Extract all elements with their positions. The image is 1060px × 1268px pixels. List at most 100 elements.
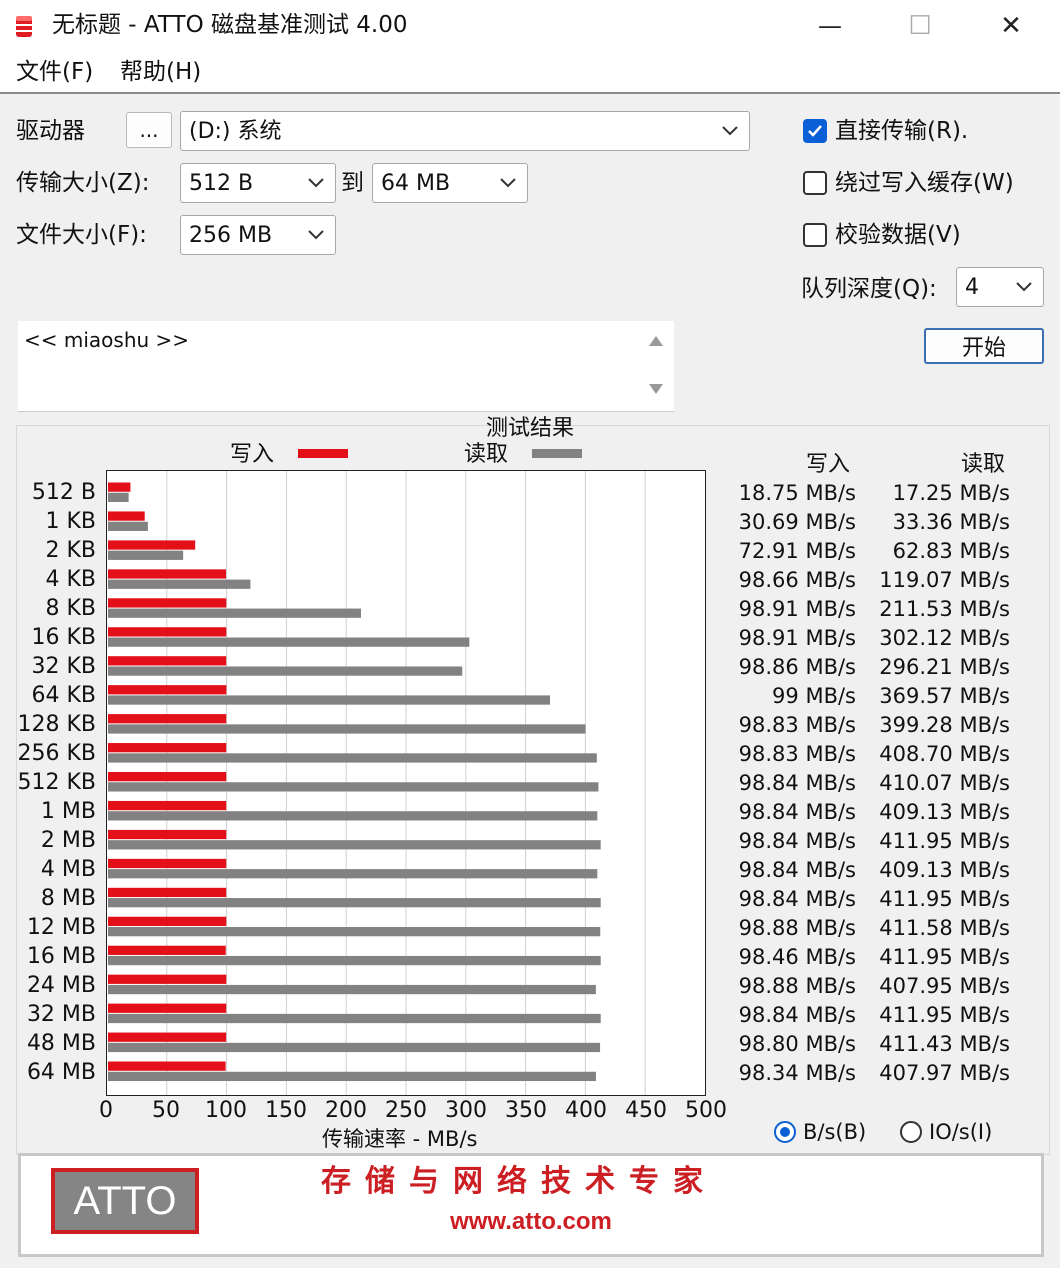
start-button[interactable]: 开始 <box>924 328 1044 364</box>
x-tick-label: 350 <box>505 1098 547 1123</box>
close-button[interactable]: ✕ <box>966 0 1056 52</box>
menu-file[interactable]: 文件(F) <box>16 56 93 88</box>
io-per-sec-radio[interactable] <box>900 1121 922 1143</box>
write-value: 30.69 MB/s <box>738 509 856 534</box>
verify-checkbox[interactable] <box>803 223 827 247</box>
x-tick-label: 50 <box>152 1098 180 1123</box>
read-value: 33.36 MB/s <box>892 509 1010 534</box>
to-label: 到 <box>341 170 364 196</box>
x-tick-label: 100 <box>205 1098 247 1123</box>
chevron-down-icon <box>500 178 516 188</box>
chevron-down-icon <box>722 126 738 136</box>
scroll-up-icon[interactable] <box>648 335 664 347</box>
y-tick-label: 16 KB <box>31 624 96 650</box>
read-bar <box>107 637 470 647</box>
write-value: 99 MB/s <box>772 683 856 708</box>
read-value: 411.95 MB/s <box>879 887 1010 912</box>
maximize-button[interactable]: ☐ <box>875 0 965 52</box>
write-value: 98.84 MB/s <box>738 800 856 825</box>
direct-io-checkbox[interactable] <box>803 119 827 143</box>
read-value: 411.95 MB/s <box>879 1003 1010 1028</box>
transfer-from-select[interactable]: 512 B <box>180 163 336 203</box>
y-tick-label: 512 KB <box>17 770 96 795</box>
write-value: 98.88 MB/s <box>738 916 856 941</box>
write-bar <box>107 540 196 550</box>
y-tick-label: 48 MB <box>26 1031 96 1057</box>
write-bar <box>107 829 227 840</box>
x-axis-title: 传输速率 - MB/s <box>322 1127 478 1151</box>
write-column-header: 写入 <box>806 452 851 477</box>
read-value: 399.28 MB/s <box>879 712 1010 737</box>
read-legend-swatch <box>532 449 582 458</box>
read-bar <box>107 695 551 705</box>
file-size-value: 256 MB <box>189 223 273 248</box>
write-value: 98.46 MB/s <box>738 945 856 970</box>
bypass-cache-label: 绕过写入缓存(W) <box>835 170 1014 196</box>
x-tick-label: 500 <box>685 1098 727 1123</box>
read-value: 409.13 MB/s <box>879 858 1010 883</box>
read-bar <box>107 521 148 531</box>
read-value: 410.07 MB/s <box>879 771 1010 795</box>
x-tick-label: 250 <box>385 1098 427 1123</box>
write-bar <box>107 598 227 608</box>
y-tick-label: 2 MB <box>40 828 96 854</box>
browse-button[interactable]: ... <box>126 112 172 148</box>
write-legend-label: 写入 <box>230 442 275 467</box>
drive-select[interactable]: (D:) 系统 <box>180 111 750 151</box>
read-column-header: 读取 <box>961 452 1006 477</box>
io-per-sec-label: IO/s(I) <box>929 1120 993 1144</box>
chevron-down-icon <box>1016 282 1032 292</box>
read-bar <box>107 1042 601 1053</box>
title-bar[interactable]: 无标题 - ATTO 磁盘基准测试 4.00 — ☐ ✕ <box>0 0 1060 52</box>
y-tick-label: 8 MB <box>40 886 96 912</box>
read-bar <box>107 840 601 850</box>
x-tick-label: 0 <box>99 1098 113 1123</box>
write-bar <box>107 482 131 492</box>
read-value: 119.07 MB/s <box>879 567 1010 592</box>
bypass-cache-checkbox[interactable] <box>803 171 827 195</box>
menu-help[interactable]: 帮助(H) <box>120 56 201 88</box>
y-tick-label: 32 MB <box>26 1002 96 1028</box>
read-bar <box>107 1071 596 1082</box>
chevron-down-icon <box>308 230 324 240</box>
y-tick-label: 1 MB <box>40 799 96 825</box>
read-bar <box>107 869 598 879</box>
write-value: 98.88 MB/s <box>738 974 856 999</box>
write-value: 98.34 MB/s <box>738 1061 856 1086</box>
write-bar <box>107 945 226 955</box>
read-bar <box>107 724 586 734</box>
file-size-select[interactable]: 256 MB <box>180 215 336 255</box>
y-tick-label: 128 KB <box>17 711 96 737</box>
bytes-per-sec-radio[interactable] <box>774 1121 796 1143</box>
read-value: 409.13 MB/s <box>879 800 1010 825</box>
write-bar <box>107 916 227 927</box>
scroll-down-icon[interactable] <box>648 383 664 395</box>
y-tick-label: 8 KB <box>45 595 96 621</box>
write-value: 98.66 MB/s <box>738 567 856 592</box>
write-value: 98.86 MB/s <box>738 654 856 679</box>
read-value: 211.53 MB/s <box>879 596 1010 621</box>
y-tick-label: 32 KB <box>31 653 96 679</box>
read-bar <box>107 579 251 589</box>
read-value: 411.95 MB/s <box>879 945 1010 970</box>
transfer-from-value: 512 B <box>189 171 254 196</box>
y-tick-label: 512 B <box>31 479 96 505</box>
banner-website-link[interactable]: www.atto.com <box>21 1206 1041 1238</box>
write-bar <box>107 974 227 984</box>
y-tick-label: 4 MB <box>40 857 96 883</box>
check-icon <box>808 125 822 137</box>
atto-banner[interactable]: ATTO 存储与网络技术专家 www.atto.com <box>18 1153 1044 1257</box>
transfer-to-select[interactable]: 64 MB <box>372 163 528 203</box>
write-bar <box>107 771 227 782</box>
write-bar <box>107 1061 226 1071</box>
file-size-label: 文件大小(F): <box>16 222 147 248</box>
minimize-button[interactable]: — <box>785 0 875 52</box>
y-tick-label: 4 KB <box>45 566 96 592</box>
description-box[interactable]: << miaoshu >> <box>18 321 674 412</box>
read-bar <box>107 666 463 676</box>
read-bar <box>107 550 184 560</box>
read-value: 369.57 MB/s <box>879 683 1010 708</box>
write-bar <box>107 511 145 521</box>
queue-depth-select[interactable]: 4 <box>956 267 1044 307</box>
x-tick-label: 200 <box>325 1098 367 1123</box>
